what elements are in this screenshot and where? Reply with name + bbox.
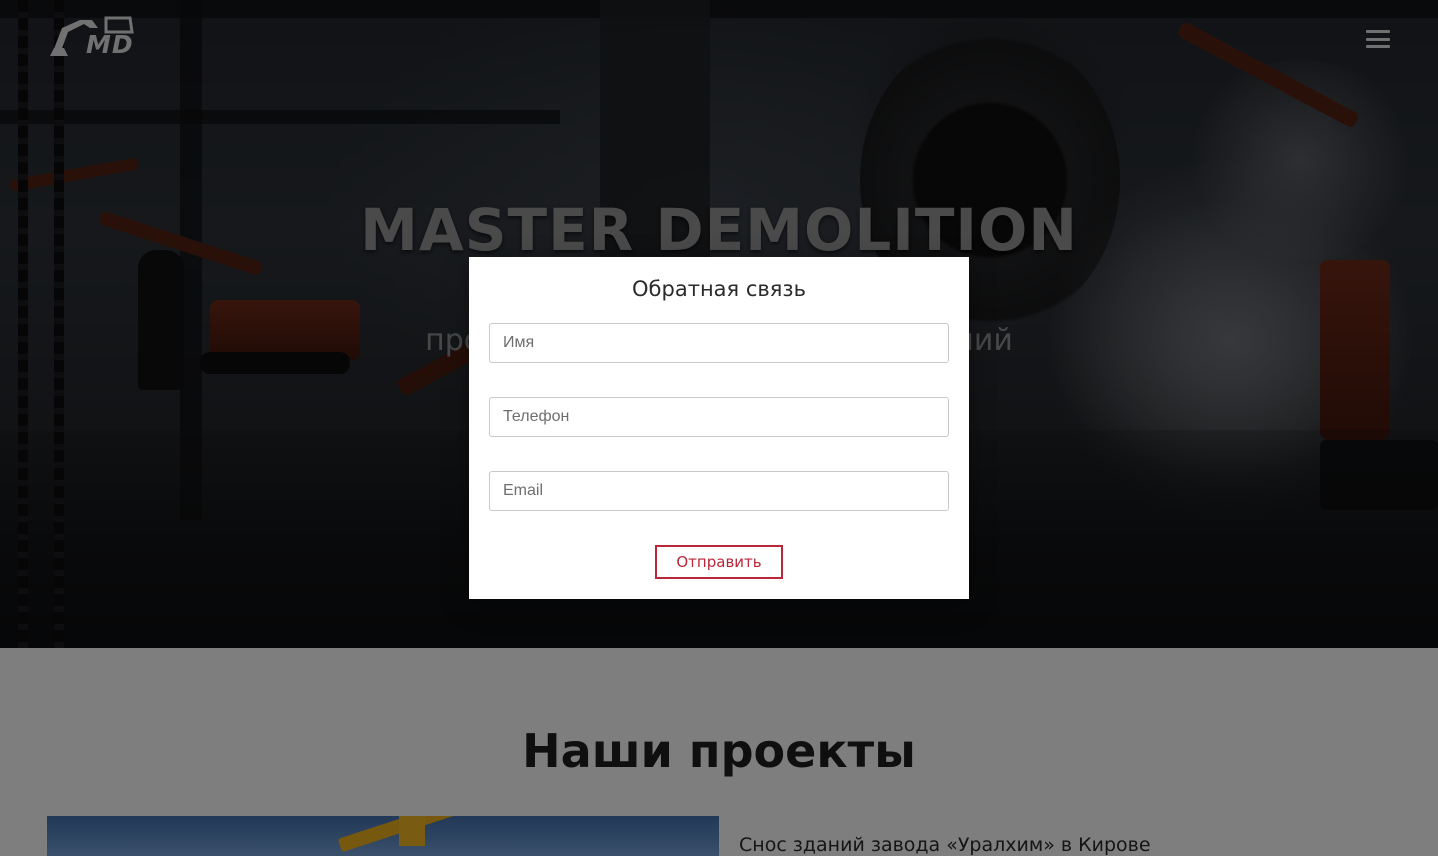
name-input[interactable]: [489, 323, 949, 363]
phone-input[interactable]: [489, 397, 949, 437]
email-input[interactable]: [489, 471, 949, 511]
feedback-modal: Обратная связь Отправить: [469, 257, 969, 599]
submit-button[interactable]: Отправить: [655, 545, 783, 579]
modal-title: Обратная связь: [632, 277, 806, 301]
